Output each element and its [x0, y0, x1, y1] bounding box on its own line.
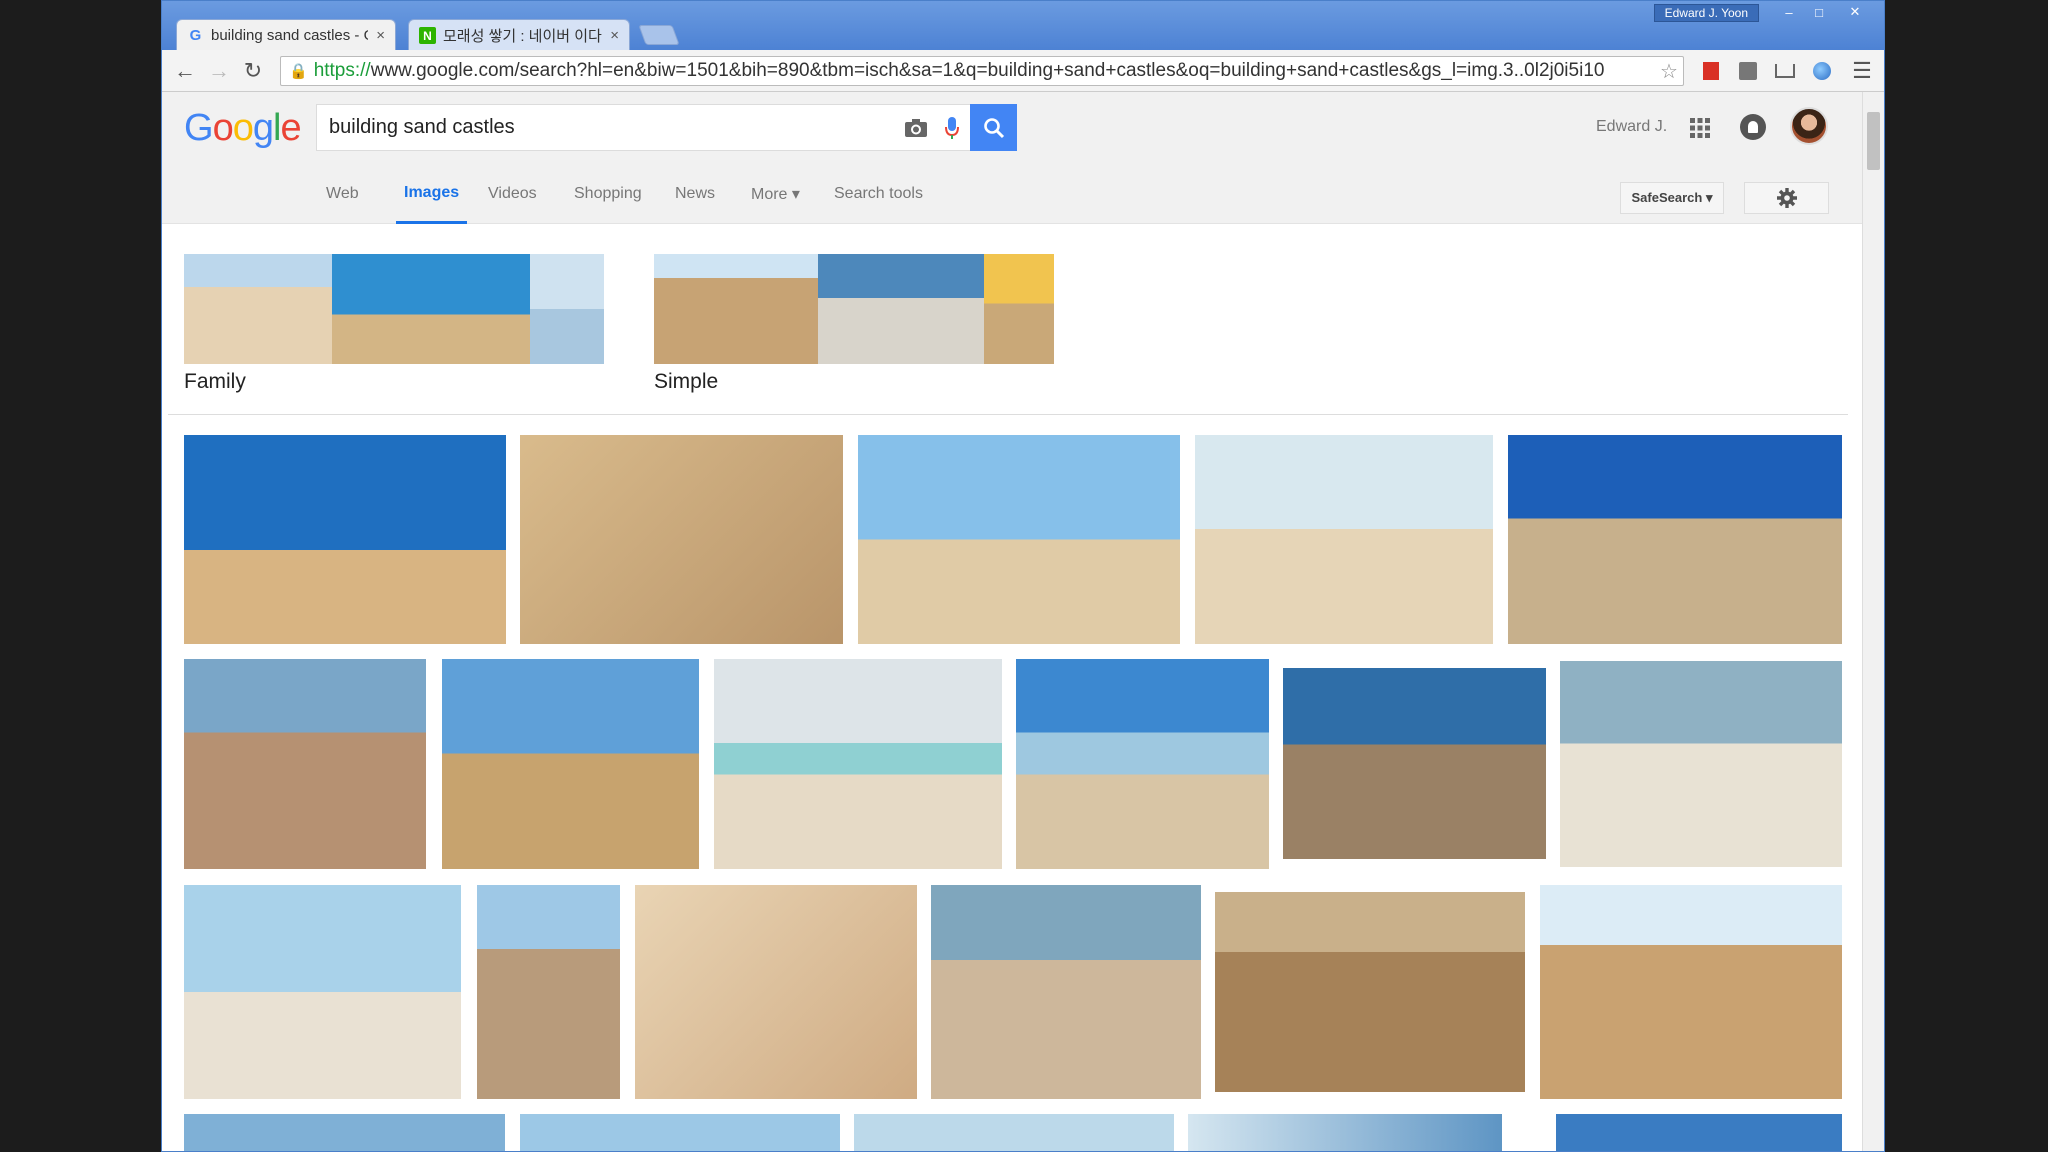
image-result[interactable]: [477, 885, 620, 1099]
image-result[interactable]: [520, 435, 843, 644]
related-label: Simple: [654, 370, 719, 393]
close-tab-icon[interactable]: ×: [376, 27, 385, 44]
image-result[interactable]: [1016, 659, 1269, 869]
image-result[interactable]: [1195, 435, 1493, 644]
tab-web[interactable]: Web: [326, 164, 359, 224]
tab-shopping[interactable]: Shopping: [574, 164, 642, 224]
tab-label: building sand castles - G: [211, 27, 369, 44]
image-result[interactable]: [520, 1114, 840, 1151]
results-page: Google building sand castles Edward J. W…: [162, 92, 1862, 1151]
related-label: Family: [184, 370, 246, 393]
related-thumbnails: [184, 254, 604, 364]
image-result[interactable]: [1508, 435, 1842, 644]
camera-icon[interactable]: [898, 110, 934, 146]
tab-label: 모래성 쌓기 : 네이버 이다: [443, 28, 602, 45]
tab-news[interactable]: News: [675, 164, 715, 224]
tab-images[interactable]: Images: [396, 164, 468, 224]
image-result[interactable]: [1560, 661, 1842, 867]
tab-google-search[interactable]: G building sand castles - G ×: [176, 19, 396, 51]
new-tab-button[interactable]: [638, 25, 680, 45]
search-nav: Web Images Videos Shopping News More ▾ S…: [162, 164, 1862, 224]
google-logo[interactable]: Google: [184, 107, 302, 150]
search-icon: [983, 117, 1004, 138]
browser-window: G building sand castles - G × N 모래성 쌓기 :…: [161, 0, 1885, 1152]
image-result[interactable]: [635, 885, 917, 1099]
image-result[interactable]: [854, 1114, 1174, 1151]
apps-grid-icon[interactable]: [1689, 117, 1711, 139]
tab-more[interactable]: More ▾: [751, 164, 800, 224]
divider: [168, 414, 1848, 415]
google-header: Google building sand castles Edward J.: [162, 92, 1862, 164]
search-box: building sand castles: [316, 104, 1017, 151]
reload-icon[interactable]: ↻: [240, 58, 266, 84]
minimize-icon[interactable]: –: [1774, 1, 1804, 23]
image-result[interactable]: [184, 885, 461, 1099]
browser-toolbar: ← → ↻ 🔒 https://www.google.com/search?hl…: [162, 50, 1884, 92]
search-button[interactable]: [970, 104, 1017, 151]
avatar[interactable]: [1790, 107, 1828, 145]
image-result[interactable]: [931, 885, 1201, 1099]
notifications-icon[interactable]: [1740, 114, 1766, 140]
account-name[interactable]: Edward J.: [1596, 118, 1667, 136]
profile-badge[interactable]: Edward J. Yoon: [1653, 4, 1759, 22]
image-result[interactable]: [1283, 668, 1546, 859]
extension-globe-icon[interactable]: [1810, 59, 1834, 83]
menu-icon[interactable]: ☰: [1850, 58, 1874, 83]
related-thumbnails: [654, 254, 1054, 364]
safesearch-dropdown[interactable]: SafeSearch ▾: [1620, 182, 1724, 214]
extension-download-icon[interactable]: [1773, 59, 1797, 83]
bookmark-star-icon[interactable]: ☆: [1655, 59, 1683, 84]
scrollbar[interactable]: [1862, 92, 1884, 1151]
lock-icon: 🔒: [289, 63, 308, 80]
related-search-simple[interactable]: Simple: [654, 254, 1054, 394]
microphone-icon[interactable]: [934, 110, 970, 146]
search-input[interactable]: building sand castles: [317, 116, 898, 139]
tab-naver[interactable]: N 모래성 쌓기 : 네이버 이다 ×: [408, 19, 630, 51]
image-result[interactable]: [1215, 892, 1525, 1092]
image-result[interactable]: [714, 659, 1002, 869]
related-search-family[interactable]: Family: [184, 254, 604, 394]
image-result[interactable]: [184, 1114, 505, 1151]
url-text: https://www.google.com/search?hl=en&biw=…: [313, 60, 1605, 81]
image-result[interactable]: [1188, 1114, 1502, 1151]
gear-icon: [1776, 188, 1797, 208]
image-result[interactable]: [1556, 1114, 1842, 1151]
settings-button[interactable]: [1744, 182, 1829, 214]
naver-n-icon: N: [419, 27, 436, 44]
image-result[interactable]: [184, 435, 506, 644]
close-tab-icon[interactable]: ×: [610, 27, 619, 44]
extension-chart-icon[interactable]: [1736, 59, 1760, 83]
scrollbar-thumb[interactable]: [1867, 112, 1880, 170]
forward-icon[interactable]: →: [206, 58, 232, 84]
search-tools[interactable]: Search tools: [834, 164, 923, 224]
image-result[interactable]: [442, 659, 699, 869]
google-g-icon: G: [189, 27, 202, 44]
close-icon[interactable]: ✕: [1840, 1, 1870, 23]
image-result[interactable]: [858, 435, 1180, 644]
title-bar: G building sand castles - G × N 모래성 쌓기 :…: [162, 1, 1884, 51]
back-icon[interactable]: ←: [172, 58, 198, 84]
image-result[interactable]: [1540, 885, 1842, 1099]
image-result[interactable]: [184, 659, 426, 869]
maximize-icon[interactable]: □: [1804, 1, 1834, 23]
tab-videos[interactable]: Videos: [488, 164, 537, 224]
address-bar[interactable]: 🔒 https://www.google.com/search?hl=en&bi…: [280, 56, 1684, 86]
extension-red-icon[interactable]: [1699, 59, 1723, 83]
